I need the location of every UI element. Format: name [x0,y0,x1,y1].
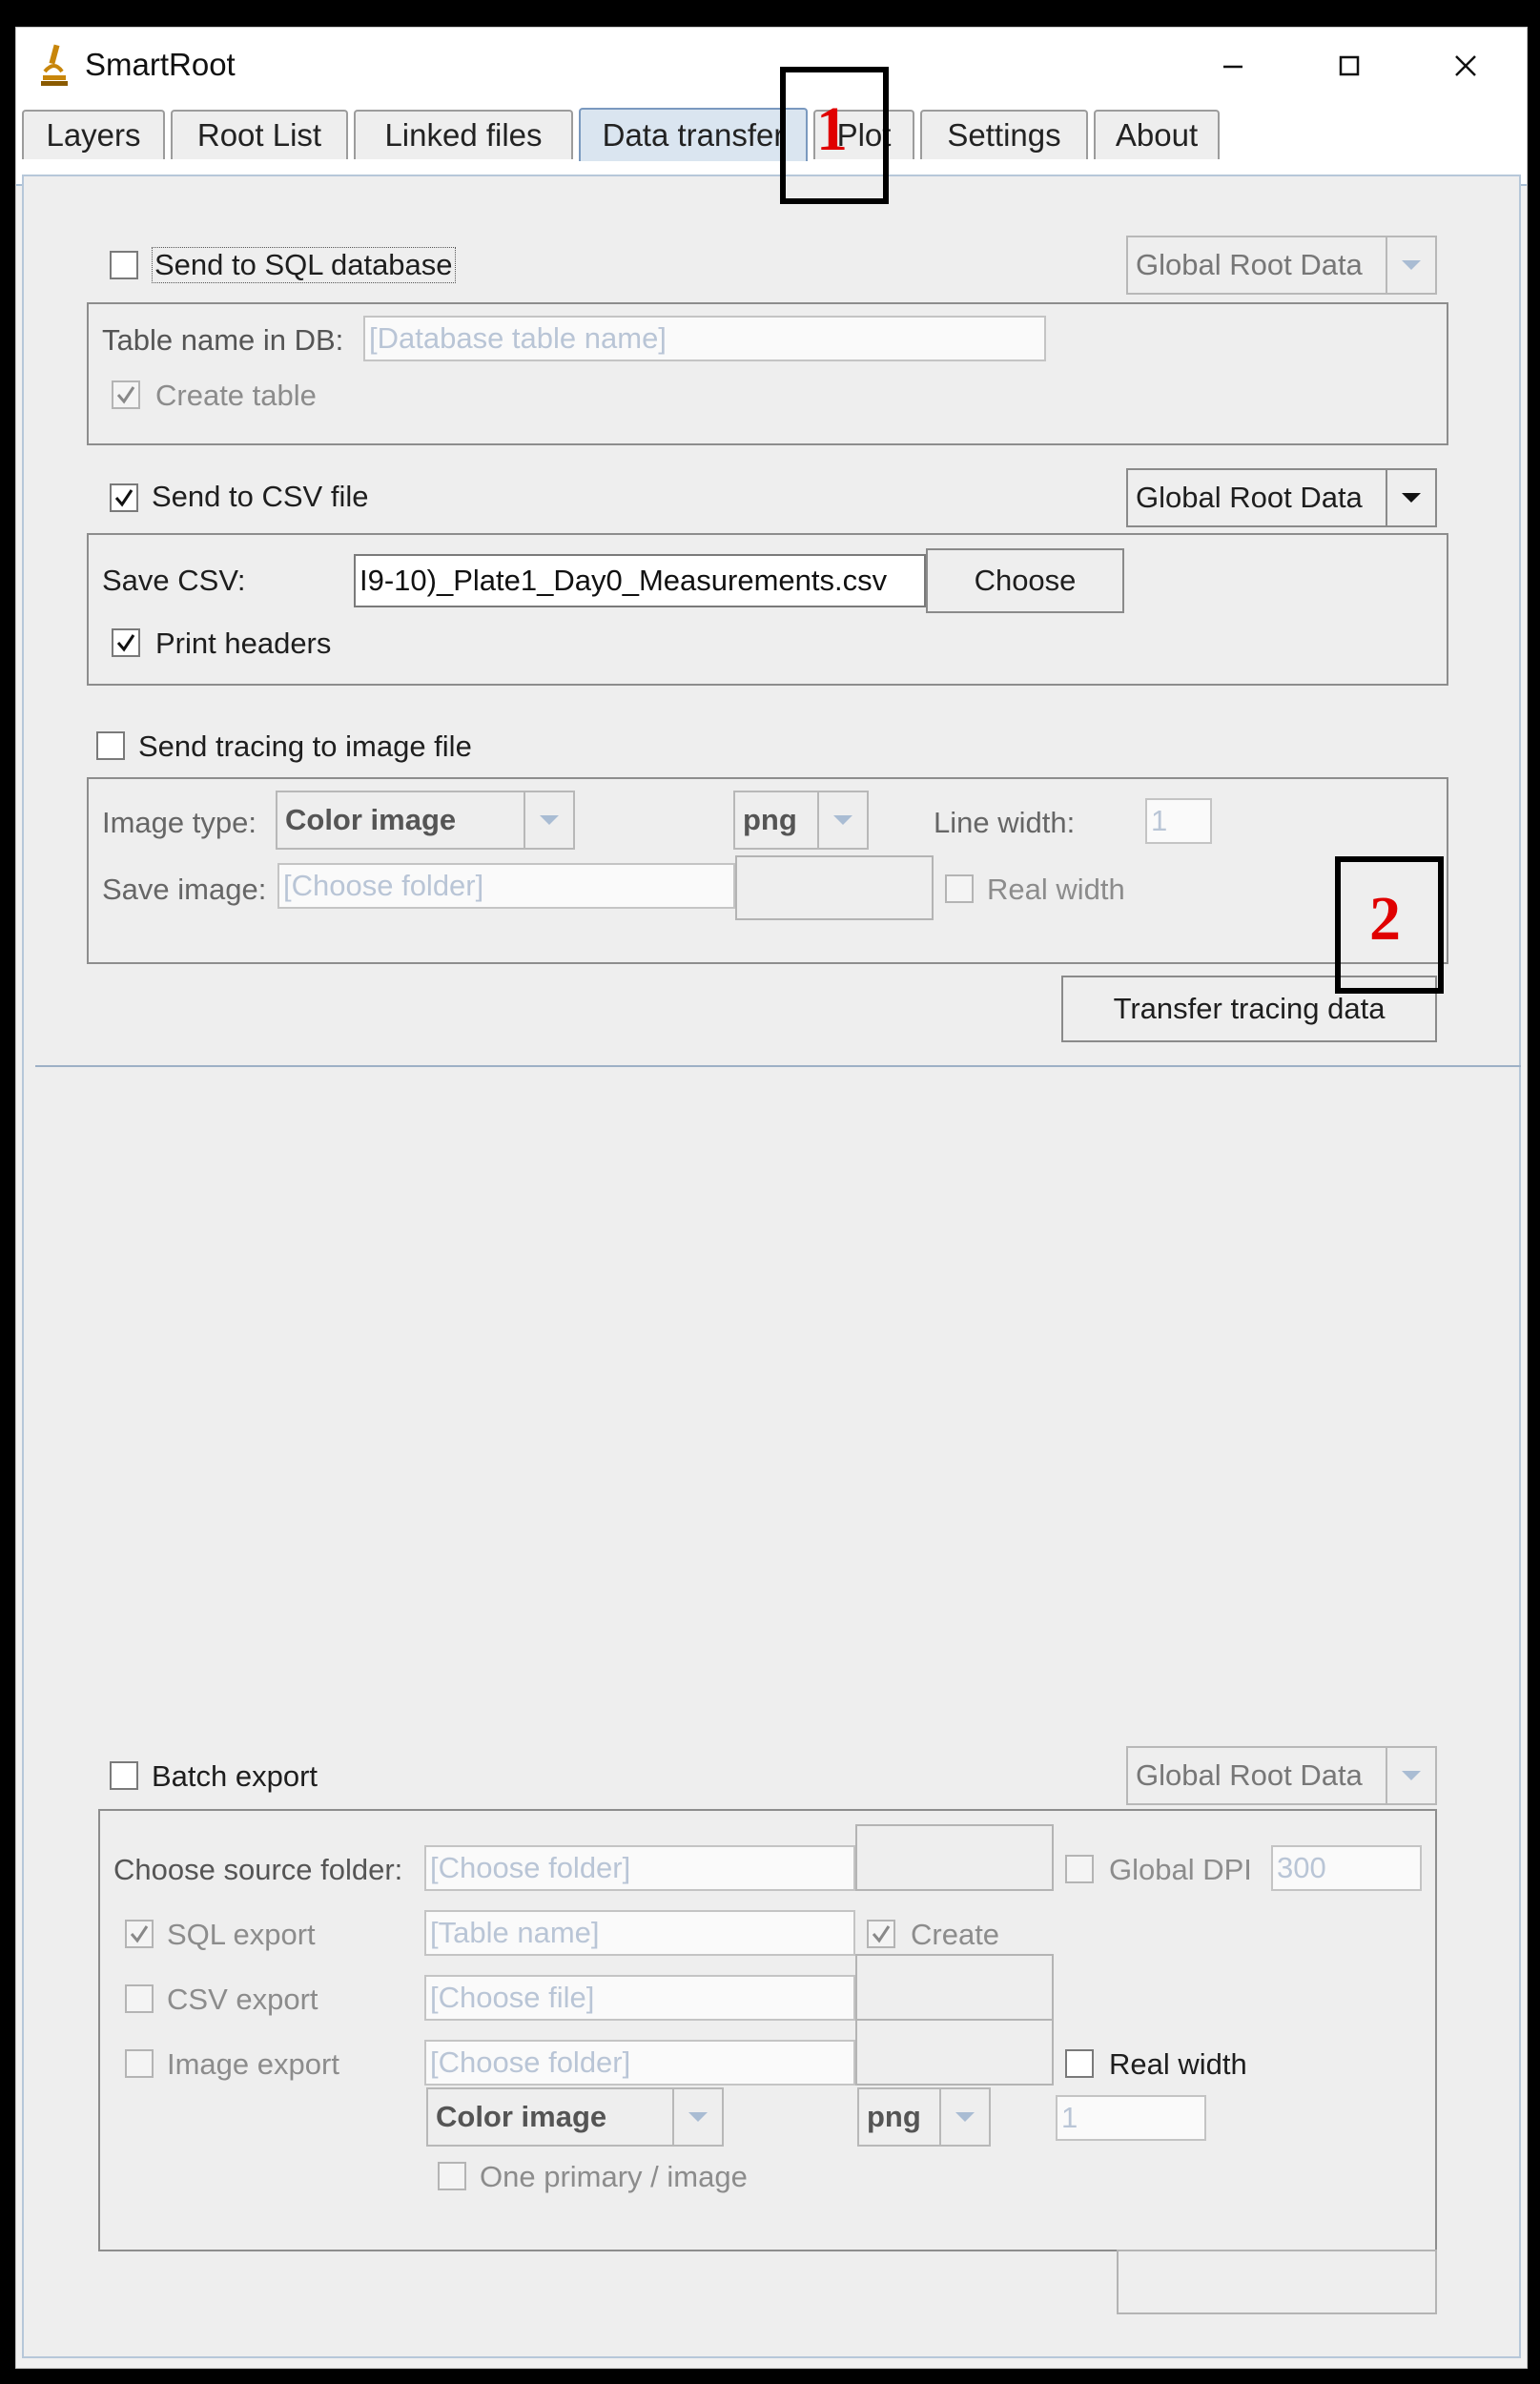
maximize-button[interactable] [1315,41,1384,91]
table-name-input[interactable]: [Database table name] [363,316,1046,361]
batch-run-button[interactable] [1117,2250,1437,2314]
tab-about[interactable]: About [1094,110,1220,159]
choose-csv-file-button[interactable] [855,1954,1054,2021]
check-icon [116,386,135,404]
csv-export-label: CSV export [167,1983,318,2016]
global-dpi-checkbox[interactable] [1065,1855,1094,1883]
minimize-button[interactable] [1199,41,1267,91]
batch-line-width-input[interactable]: 1 [1056,2095,1206,2141]
csv-export-checkbox[interactable] [125,1984,154,2013]
check-icon [872,1925,891,1943]
image-export-label: Image export [167,2047,339,2081]
csv-scope-value: Global Root Data [1136,481,1363,514]
image-type-label: Image type: [102,806,257,839]
image-type-value: Color image [285,803,457,836]
batch-real-width-checkbox[interactable] [1065,2049,1094,2078]
image-export-checkbox[interactable] [125,2049,154,2078]
close-icon [1455,55,1476,76]
choose-image-export-folder-button[interactable] [855,2019,1054,2086]
save-csv-path-input[interactable]: I9-10)_Plate1_Day0_Measurements.csv [354,554,926,607]
choose-image-folder-button[interactable] [735,855,934,920]
batch-image-type-value: Color image [436,2100,607,2133]
save-image-label: Save image: [102,873,267,906]
one-primary-checkbox[interactable] [438,2162,466,2190]
chevron-down-icon [817,792,867,848]
save-image-input[interactable]: [Choose folder] [277,863,735,909]
source-folder-label: Choose source folder: [113,1853,403,1886]
close-button[interactable] [1431,41,1500,91]
batch-real-width-label: Real width [1109,2047,1247,2081]
chevron-down-icon [939,2089,989,2145]
table-name-label: Table name in DB: [102,323,344,357]
sql-scope-combo[interactable]: Global Root Data [1126,236,1437,295]
save-csv-label: Save CSV: [102,564,246,597]
send-sql-label: Send to SQL database [152,247,456,283]
batch-table-name-input[interactable]: [Table name] [424,1910,855,1956]
batch-export-checkbox[interactable] [110,1761,138,1790]
chevron-down-icon [1386,237,1435,293]
batch-csv-file-input[interactable]: [Choose file] [424,1975,855,2021]
sql-export-label: SQL export [167,1918,316,1951]
batch-image-folder-input[interactable]: [Choose folder] [424,2040,855,2086]
tab-data-transfer[interactable]: Data transfer [579,108,808,161]
batch-image-type-combo[interactable]: Color image [426,2087,724,2147]
csv-scope-combo[interactable]: Global Root Data [1126,468,1437,527]
send-csv-checkbox[interactable] [110,483,138,512]
batch-image-format-value: png [867,2100,921,2133]
batch-scope-value: Global Root Data [1136,1758,1363,1792]
line-width-label: Line width: [934,806,1076,839]
line-width-input[interactable]: 1 [1145,798,1212,844]
real-width-checkbox[interactable] [945,874,974,903]
choose-csv-button[interactable]: Choose [926,548,1124,613]
batch-image-format-combo[interactable]: png [857,2087,991,2147]
title-bar: SmartRoot [16,28,1527,106]
image-format-combo[interactable]: png [733,791,869,850]
microscope-icon [41,44,68,86]
choose-source-folder-button[interactable] [855,1824,1054,1891]
source-folder-input[interactable]: [Choose folder] [424,1845,855,1891]
annotation-number-1: 1 [816,94,848,164]
minimize-icon [1223,65,1242,69]
create-table-label: Create table [155,379,317,412]
smartroot-window: SmartRoot Layers Root List Linked files … [15,27,1528,2369]
chevron-down-icon [1386,470,1435,525]
tab-root-list[interactable]: Root List [171,110,348,159]
real-width-label: Real width [987,873,1125,906]
check-icon [130,1925,149,1943]
batch-scope-combo[interactable]: Global Root Data [1126,1746,1437,1805]
send-csv-label: Send to CSV file [152,480,369,513]
image-format-value: png [743,803,797,836]
sql-scope-value: Global Root Data [1136,248,1363,281]
one-primary-label: One primary / image [480,2160,748,2193]
print-headers-label: Print headers [155,627,332,660]
tab-settings[interactable]: Settings [920,110,1088,159]
window-title: SmartRoot [85,47,236,82]
maximize-icon [1339,55,1360,76]
image-type-combo[interactable]: Color image [276,791,575,850]
tab-layers[interactable]: Layers [22,110,165,159]
annotation-number-2: 2 [1369,884,1401,954]
chevron-down-icon [1386,1748,1435,1803]
send-image-checkbox[interactable] [96,731,125,760]
check-icon [116,634,135,652]
print-headers-checkbox[interactable] [112,628,140,657]
tab-linked-files[interactable]: Linked files [354,110,573,159]
chevron-down-icon [524,792,573,848]
sql-export-checkbox[interactable] [125,1920,154,1948]
global-dpi-input[interactable]: 300 [1271,1845,1422,1891]
create-table-checkbox[interactable] [112,380,140,409]
send-sql-checkbox[interactable] [110,251,138,279]
send-image-label: Send tracing to image file [138,730,472,763]
batch-create-checkbox[interactable] [867,1920,895,1948]
check-icon [114,489,133,507]
global-dpi-label: Global DPI [1109,1853,1252,1886]
batch-create-label: Create [911,1918,1000,1951]
chevron-down-icon [672,2089,722,2145]
section-divider [35,1065,1521,1067]
batch-export-label: Batch export [152,1759,318,1793]
